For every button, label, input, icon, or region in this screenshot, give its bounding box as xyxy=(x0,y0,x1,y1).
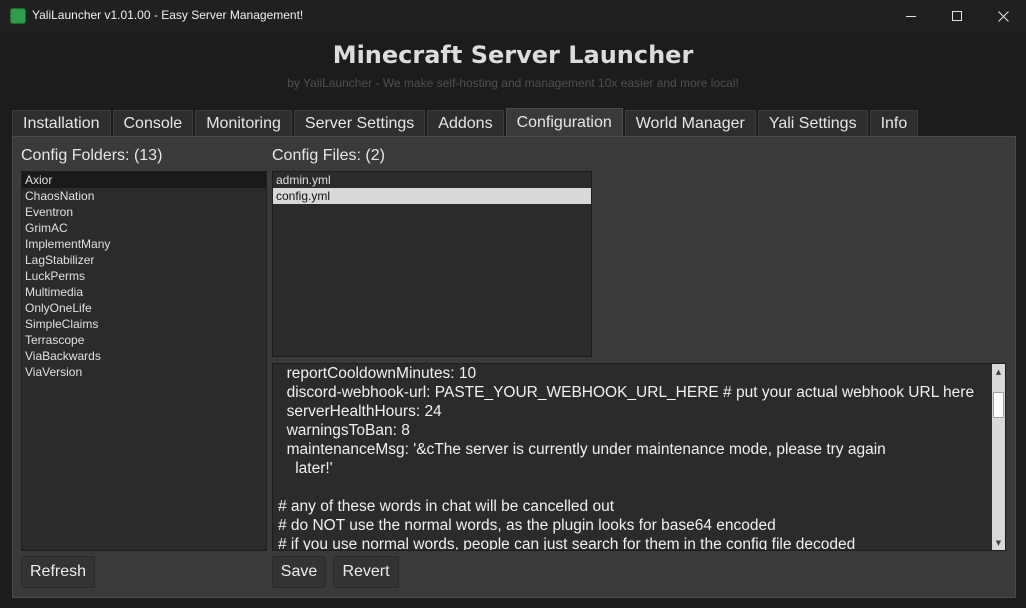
list-item[interactable]: Terrascope xyxy=(22,332,266,348)
config-files-label: Config Files: (2) xyxy=(272,147,385,164)
page-title: Minecraft Server Launcher xyxy=(332,41,694,69)
config-files-list[interactable]: admin.yml config.yml xyxy=(272,171,592,357)
config-folders-label: Config Folders: (13) xyxy=(21,147,163,164)
list-item[interactable]: ImplementMany xyxy=(22,236,266,252)
scroll-up-arrow-icon[interactable]: ▲ xyxy=(992,365,1005,378)
list-item[interactable]: LagStabilizer xyxy=(22,252,266,268)
scrollbar-thumb[interactable] xyxy=(993,392,1004,418)
code-line: later!' xyxy=(278,460,333,477)
window-title: YaliLauncher v1.01.00 - Easy Server Mana… xyxy=(32,8,304,22)
app-icon xyxy=(10,8,26,24)
editor-scrollbar[interactable]: ▲ ▼ xyxy=(992,364,1005,550)
list-item[interactable]: OnlyOneLife xyxy=(22,300,266,316)
config-editor[interactable]: reportCooldownMinutes: 10 discord-webhoo… xyxy=(272,363,1006,551)
minimize-icon xyxy=(906,15,916,17)
code-line: reportCooldownMinutes: 10 xyxy=(278,365,477,382)
tab-world-manager[interactable]: World Manager xyxy=(624,110,756,137)
tab-bar: Installation Console Monitoring Server S… xyxy=(12,108,920,137)
tab-info[interactable]: Info xyxy=(869,110,919,137)
code-line: discord-webhook-url: PASTE_YOUR_WEBHOOK_… xyxy=(278,384,975,401)
tab-server-settings[interactable]: Server Settings xyxy=(293,110,426,137)
refresh-button[interactable]: Refresh xyxy=(21,556,95,588)
config-folders-list[interactable]: Axior ChaosNation Eventron GrimAC Implem… xyxy=(21,171,267,551)
list-item[interactable]: ChaosNation xyxy=(22,188,266,204)
code-line: maintenanceMsg: '&cThe server is current… xyxy=(278,441,886,458)
title-bar: YaliLauncher v1.01.00 - Easy Server Mana… xyxy=(0,0,1026,32)
page-subtitle: by YaliLauncher - We make self-hosting a… xyxy=(287,76,739,90)
code-line: # any of these words in chat will be can… xyxy=(278,498,615,515)
list-item[interactable]: Axior xyxy=(22,172,266,188)
tab-addons[interactable]: Addons xyxy=(427,110,504,137)
list-item[interactable]: ViaVersion xyxy=(22,364,266,380)
list-item[interactable]: Multimedia xyxy=(22,284,266,300)
code-line: warningsToBan: 8 xyxy=(278,422,410,439)
list-item[interactable]: Eventron xyxy=(22,204,266,220)
tab-configuration[interactable]: Configuration xyxy=(505,108,623,137)
list-item[interactable]: SimpleClaims xyxy=(22,316,266,332)
configuration-panel: Config Folders: (13) Config Files: (2) A… xyxy=(12,136,1016,598)
code-line: # if you use normal words, people can ju… xyxy=(278,536,856,551)
code-line: serverHealthHours: 24 xyxy=(278,403,442,420)
list-item[interactable]: ViaBackwards xyxy=(22,348,266,364)
code-line: # do NOT use the normal words, as the pl… xyxy=(278,517,776,534)
list-item[interactable]: config.yml xyxy=(273,188,591,204)
list-item[interactable]: GrimAC xyxy=(22,220,266,236)
client-area: Minecraft Server Launcher by YaliLaunche… xyxy=(0,32,1026,608)
revert-button[interactable]: Revert xyxy=(333,556,399,588)
tab-yali-settings[interactable]: Yali Settings xyxy=(757,110,868,137)
close-button[interactable] xyxy=(980,0,1026,32)
maximize-button[interactable] xyxy=(934,0,980,32)
list-item[interactable]: admin.yml xyxy=(273,172,591,188)
close-icon xyxy=(997,10,1009,22)
tab-monitoring[interactable]: Monitoring xyxy=(195,110,292,137)
minimize-button[interactable] xyxy=(888,0,934,32)
maximize-icon xyxy=(952,11,962,21)
tab-console[interactable]: Console xyxy=(112,110,194,137)
scroll-down-arrow-icon[interactable]: ▼ xyxy=(992,536,1005,549)
list-item[interactable]: LuckPerms xyxy=(22,268,266,284)
save-button[interactable]: Save xyxy=(272,556,326,588)
tab-installation[interactable]: Installation xyxy=(12,110,111,137)
